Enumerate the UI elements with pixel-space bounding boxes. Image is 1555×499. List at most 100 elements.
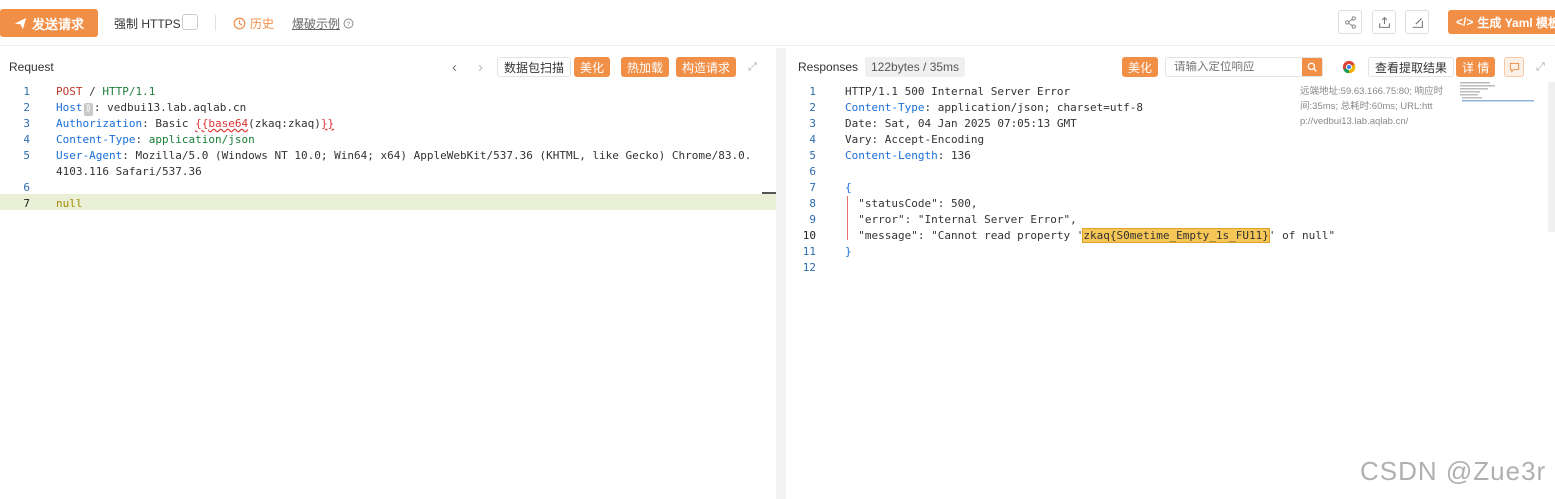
token: (zkaq:zkaq) <box>248 117 321 130</box>
code-line[interactable]: POST / HTTP/1.1 <box>56 84 155 100</box>
token-rd: base64 <box>208 117 249 130</box>
examples-label: 爆破示例 <box>292 17 341 31</box>
history-button[interactable]: 历史 <box>233 15 274 32</box>
token: "message": "Cannot read property ' <box>845 229 1084 242</box>
send-request-button[interactable]: 发送请求 <box>0 9 98 37</box>
token-gr: application/json <box>148 133 255 146</box>
view-extract-button[interactable]: 查看提取结果 <box>1368 57 1455 77</box>
code-line[interactable]: User-Agent: Mozilla/5.0 (Windows NT 10.0… <box>56 148 751 164</box>
response-meta-info: 远端地址:59.63.166.75:80; 响应时 间:35ms; 总耗时:60… <box>1300 84 1450 129</box>
code-line[interactable]: Content-Type: application/json; charset=… <box>845 100 1143 116</box>
line-number: 11 <box>802 245 816 258</box>
meta-line: 远端地址:59.63.166.75:80; 响应时 <box>1300 86 1444 97</box>
code-line[interactable]: null <box>56 196 83 212</box>
code-line[interactable]: "message": "Cannot read property 'zkaq{S… <box>845 228 1335 244</box>
chevron-left-icon[interactable]: ‹ <box>452 59 457 76</box>
token-gr: HTTP/1.1 <box>102 85 156 98</box>
line-number: 5 <box>809 149 816 162</box>
clock-icon <box>233 17 246 30</box>
overview-ruler-marker <box>762 192 776 194</box>
help-icon: ? <box>343 18 354 29</box>
request-panel-header: Request ‹ › 数据包扫描 美化 热加载 构造请求 ⤢ <box>9 53 769 81</box>
code-line[interactable]: "statusCode": 500, <box>845 196 977 212</box>
code-line[interactable]: Authorization: Basic {{base64(zkaq:zkaq)… <box>56 116 334 132</box>
line-number: 5 <box>23 149 30 162</box>
current-line-highlight <box>0 194 776 210</box>
share-button[interactable] <box>1338 10 1362 34</box>
code-line[interactable]: 4103.116 Safari/537.36 <box>56 164 202 180</box>
watermark: CSDN @Zue3r <box>1360 456 1547 486</box>
response-panel-header: Responses 122bytes / 35ms 美化 查看提取结果 详 情 … <box>798 53 1555 81</box>
minimap[interactable] <box>1460 82 1545 112</box>
top-toolbar: 发送请求 强制 HTTPS 历史 爆破示例 ? </> 生成 Yaml 模板 <box>0 0 1555 46</box>
request-beautify-button[interactable]: 美化 <box>574 57 611 77</box>
line-number: 8 <box>809 197 816 210</box>
generate-yaml-label: 生成 Yaml 模板 <box>1477 15 1555 30</box>
code-line[interactable]: Date: Sat, 04 Jan 2025 07:05:13 GMT <box>845 116 1077 132</box>
token: / <box>82 85 103 98</box>
force-https-checkbox[interactable] <box>182 14 198 30</box>
token-rd: }} <box>320 117 335 130</box>
search-match-highlight: zkaq{S0metime_Empty_1s_FU11} <box>1082 228 1270 243</box>
code-line[interactable]: HTTP/1.1 500 Internal Server Error <box>845 84 1070 100</box>
line-number: 2 <box>23 101 30 114</box>
code-line[interactable]: Content-Type: application/json <box>56 132 255 148</box>
token: HTTP/1.1 500 Internal Server Error <box>845 85 1071 98</box>
token-hd: } <box>845 245 852 258</box>
response-title: Responses <box>798 60 859 74</box>
examples-link[interactable]: 爆破示例 ? <box>292 15 354 32</box>
response-search-input[interactable] <box>1166 61 1302 73</box>
packet-scan-button[interactable]: 数据包扫描 <box>497 57 572 77</box>
line-number: 4 <box>23 133 30 146</box>
fullscreen-icon[interactable]: ⤢ <box>1536 61 1545 74</box>
send-icon <box>14 17 27 29</box>
token: : Mozilla/5.0 (Windows NT 10.0; Win64; x… <box>122 149 752 162</box>
chevron-right-icon[interactable]: › <box>478 59 483 76</box>
code-line[interactable]: { <box>845 180 852 196</box>
token: "error": "Internal Server Error", <box>845 213 1077 226</box>
fullscreen-icon[interactable]: ⤢ <box>748 61 757 74</box>
export-icon <box>1378 16 1390 28</box>
edit-button[interactable] <box>1405 10 1429 34</box>
token-hd: Authorization <box>56 117 143 130</box>
token-hd: { <box>845 181 852 194</box>
line-number: 10 <box>802 229 816 242</box>
search-button[interactable] <box>1302 58 1322 76</box>
construct-request-button[interactable]: 构造请求 <box>676 57 737 77</box>
response-search <box>1165 57 1323 77</box>
meta-line: p://vedbui13.lab.aqlab.cn/ <box>1300 116 1409 127</box>
export-button[interactable] <box>1372 10 1396 34</box>
line-number: 1 <box>23 85 30 98</box>
code-line[interactable]: Host ⟫: vedbui13.lab.aqlab.cn <box>56 100 246 116</box>
token: ' of null" <box>1268 229 1336 242</box>
code-line[interactable]: Vary: Accept-Encoding <box>845 132 984 148</box>
chrome-icon[interactable] <box>1342 60 1356 74</box>
token-hd: User-Agent <box>56 149 123 162</box>
hot-load-button[interactable]: 热加载 <box>621 57 670 77</box>
force-https-label: 强制 HTTPS <box>114 17 181 31</box>
send-request-label: 发送请求 <box>31 16 84 32</box>
token-hd: Host <box>56 101 83 114</box>
code-line[interactable]: "error": "Internal Server Error", <box>845 212 1077 228</box>
json-indent-guide <box>847 196 848 240</box>
token: : vedbui13.lab.aqlab.cn <box>93 101 247 114</box>
line-number: 6 <box>809 165 816 178</box>
share-icon <box>1344 15 1356 29</box>
response-scrollbar[interactable] <box>1548 82 1555 232</box>
line-number: 12 <box>802 261 816 274</box>
line-number: 2 <box>809 101 816 114</box>
line-number: 3 <box>23 117 30 130</box>
token-hd: Content-Type <box>845 101 925 114</box>
meta-line: 间:35ms; 总耗时:60ms; URL:htt <box>1300 101 1433 112</box>
details-button[interactable]: 详 情 <box>1456 57 1496 77</box>
panel-divider[interactable] <box>776 48 786 499</box>
response-beautify-button[interactable]: 美化 <box>1122 57 1159 77</box>
comment-button[interactable] <box>1504 57 1524 77</box>
code-line[interactable]: } <box>845 244 852 260</box>
history-label: 历史 <box>250 17 275 31</box>
token: : <box>135 133 149 146</box>
generate-yaml-button[interactable]: </> 生成 Yaml 模板 <box>1448 10 1555 34</box>
line-number: 6 <box>23 181 30 194</box>
code-line[interactable]: Content-Length: 136 <box>845 148 971 164</box>
token: : Basic <box>142 117 196 130</box>
